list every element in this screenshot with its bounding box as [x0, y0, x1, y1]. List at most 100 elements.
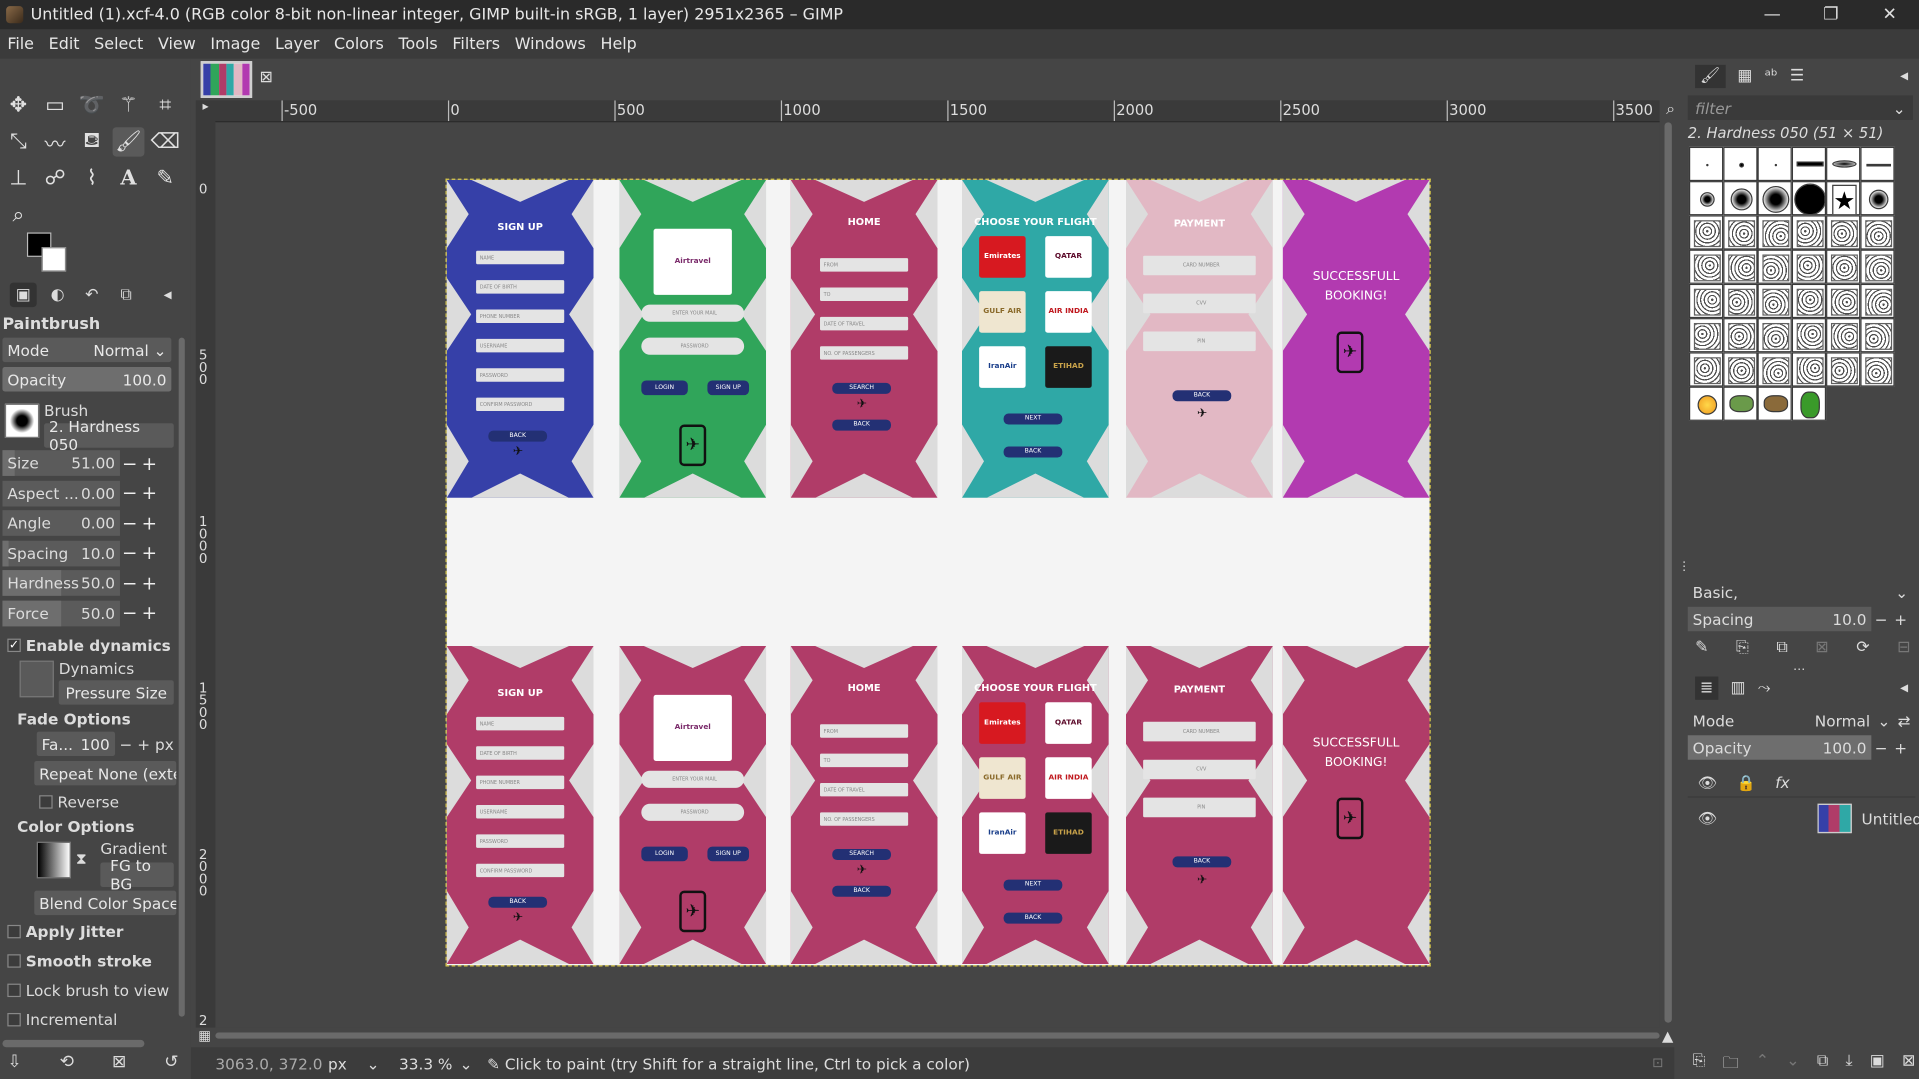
gradient-field[interactable]: FG to BG — [100, 856, 174, 893]
new-layer-icon[interactable]: ⎘ — [1693, 1052, 1706, 1079]
brush-thumbnail[interactable] — [1791, 386, 1827, 421]
layer-mode-dropdown[interactable]: Normal ⌄ ⇄ — [1815, 711, 1911, 729]
paths-tab-icon[interactable]: ⤳ — [1758, 678, 1771, 696]
plus-icon[interactable]: + — [140, 452, 160, 474]
quick-mask-icon[interactable]: ▦ — [198, 1028, 211, 1044]
image-thumbnail-tab[interactable] — [200, 61, 253, 98]
brushes-tab-icon[interactable]: 🖌 — [1695, 64, 1726, 88]
tool-options-scrollbar[interactable] — [178, 337, 185, 1017]
new-brush-icon[interactable]: ⎘ — [1736, 639, 1749, 657]
reset-icon[interactable]: ↺ — [164, 1052, 178, 1072]
brush-thumbnail[interactable] — [1860, 181, 1895, 216]
brush-thumbnail[interactable] — [1791, 283, 1827, 319]
dock-menu-icon[interactable]: ◂ — [1900, 678, 1908, 696]
brush-thumbnail[interactable] — [1860, 352, 1895, 387]
layer-row[interactable]: 👁 Untitled (1).xcf — [1688, 803, 1919, 835]
brush-thumbnail[interactable] — [1757, 181, 1792, 216]
brush-thumbnail[interactable] — [1791, 249, 1827, 284]
plus-icon[interactable]: + — [140, 542, 160, 564]
brush-thumbnail[interactable] — [1826, 146, 1861, 182]
slider-angle[interactable]: Angle 0.00− + — [2, 510, 186, 536]
canvas-vscrollbar[interactable] — [1664, 122, 1672, 1023]
clone-tool-icon[interactable]: ⊥ — [2, 164, 34, 193]
brush-thumbnail[interactable] — [1757, 146, 1792, 182]
plus-icon[interactable]: + — [140, 602, 160, 624]
delete-layer-icon[interactable]: ⊠ — [1902, 1052, 1915, 1079]
brush-thumbnail[interactable] — [1826, 283, 1861, 319]
brush-thumbnail[interactable] — [1791, 318, 1827, 353]
brush-thumbnail[interactable] — [1791, 181, 1827, 216]
ruler-corner-icon[interactable]: ▸ — [195, 100, 216, 123]
crop-tool-icon[interactable]: ⌗ — [149, 91, 181, 120]
raise-layer-icon[interactable]: ⌃ — [1756, 1052, 1769, 1079]
opacity-slider[interactable]: Opacity 100.0 — [2, 367, 172, 392]
brush-thumbnail[interactable] — [1757, 318, 1792, 353]
new-group-icon[interactable]: 🗀 — [1723, 1052, 1739, 1079]
minus-icon[interactable]: − — [120, 572, 140, 594]
patterns-tab-icon[interactable]: ▦ — [1737, 67, 1752, 85]
plus-icon[interactable]: + — [140, 512, 160, 534]
fg-bg-colors[interactable] — [24, 230, 73, 276]
fade-unit[interactable]: px — [155, 735, 174, 753]
lasso-tool-icon[interactable]: ➰ — [76, 91, 108, 120]
document-history-tab-icon[interactable]: ☰ — [1790, 67, 1804, 85]
fx-header-icon[interactable]: fx — [1775, 773, 1789, 791]
delete-brush-icon[interactable]: ⊠ — [1815, 639, 1828, 657]
canvas-hscrollbar[interactable] — [215, 1032, 1660, 1039]
enable-dynamics-checkbox[interactable]: ✓ Enable dynamics — [7, 636, 171, 655]
resize-icon[interactable]: ⊡ — [1652, 1055, 1663, 1071]
slider-force[interactable]: Force 50.0− + — [2, 600, 186, 626]
background-color[interactable] — [41, 247, 67, 272]
merge-layer-icon[interactable]: ⤓ — [1845, 1052, 1852, 1079]
brush-thumbnail[interactable] — [1826, 318, 1861, 353]
brush-thumbnail[interactable] — [1826, 249, 1861, 284]
mode-switch-icon[interactable]: ⇄ — [1898, 711, 1911, 729]
brush-thumbnail[interactable] — [1723, 318, 1758, 353]
edit-brush-icon[interactable]: ✎ — [1695, 639, 1708, 657]
menu-filters[interactable]: Filters — [445, 35, 507, 53]
layers-tab-icon[interactable]: ≣ — [1695, 675, 1719, 700]
maximize-button[interactable]: ❐ — [1802, 0, 1861, 29]
visibility-header-icon[interactable]: 👁 — [1698, 773, 1717, 793]
tool-options-tab-icon[interactable]: ▣ — [9, 282, 37, 308]
mode-dropdown[interactable]: Mode Normal ⌄ — [2, 337, 172, 363]
paintbrush-tool-icon[interactable]: 🖌 — [112, 127, 145, 157]
brush-thumbnail[interactable] — [1688, 146, 1724, 182]
fade-length-field[interactable]: Fa... 100 — [36, 731, 115, 757]
dynamics-icon[interactable] — [19, 660, 54, 698]
brush-thumbnail[interactable] — [1688, 283, 1724, 319]
unified-transform-tool-icon[interactable]: ⤡ — [2, 127, 34, 156]
dock-splitter-icon[interactable]: ⋮ — [1678, 560, 1690, 573]
menu-windows[interactable]: Windows — [507, 35, 593, 53]
brush-grid[interactable]: ★ — [1688, 146, 1895, 421]
zoom-dropdown[interactable]: 33.3 % ⌄ — [384, 1054, 482, 1072]
brush-thumbnail[interactable] — [1791, 215, 1827, 250]
menu-help[interactable]: Help — [593, 35, 644, 53]
minus-icon[interactable]: − — [120, 512, 140, 534]
brush-thumbnail[interactable] — [1688, 215, 1724, 250]
horizontal-ruler[interactable]: -500 0 500 1000 1500 2000 2500 3000 3500 — [215, 100, 1660, 123]
minus-icon[interactable]: − — [120, 482, 140, 504]
bucket-fill-tool-icon[interactable]: ⛾ — [76, 127, 108, 156]
canvas-area[interactable]: SIGN UP NAME DATE OF BIRTH PHONE NUMBER USER… — [215, 122, 1660, 1028]
brush-preview[interactable] — [4, 403, 40, 438]
brush-thumbnail[interactable] — [1791, 146, 1827, 182]
menu-colors[interactable]: Colors — [327, 35, 392, 53]
menu-view[interactable]: View — [151, 35, 203, 53]
vertical-ruler[interactable]: 0 500 1000 1500 2000 2 — [195, 122, 216, 1028]
close-button[interactable]: ✕ — [1860, 0, 1919, 29]
brush-thumbnail[interactable] — [1860, 249, 1895, 284]
lock-header-icon[interactable]: 🔒 — [1737, 773, 1756, 793]
brush-thumbnail[interactable] — [1688, 249, 1724, 284]
minus-icon[interactable]: − — [1871, 610, 1891, 628]
plus-icon[interactable]: + — [1891, 738, 1911, 756]
minus-icon[interactable]: − — [120, 542, 140, 564]
mask-icon[interactable]: ▣ — [1870, 1052, 1885, 1079]
tool-options-hscrollbar[interactable] — [2, 1039, 145, 1048]
minus-icon[interactable]: − — [120, 602, 140, 624]
menu-image[interactable]: Image — [203, 35, 268, 53]
navigate-icon[interactable]: ▲ — [1662, 1028, 1673, 1045]
visibility-eye-icon[interactable]: 👁 — [1698, 809, 1717, 829]
brush-thumbnail[interactable] — [1723, 352, 1758, 387]
brush-thumbnail[interactable] — [1826, 352, 1861, 387]
